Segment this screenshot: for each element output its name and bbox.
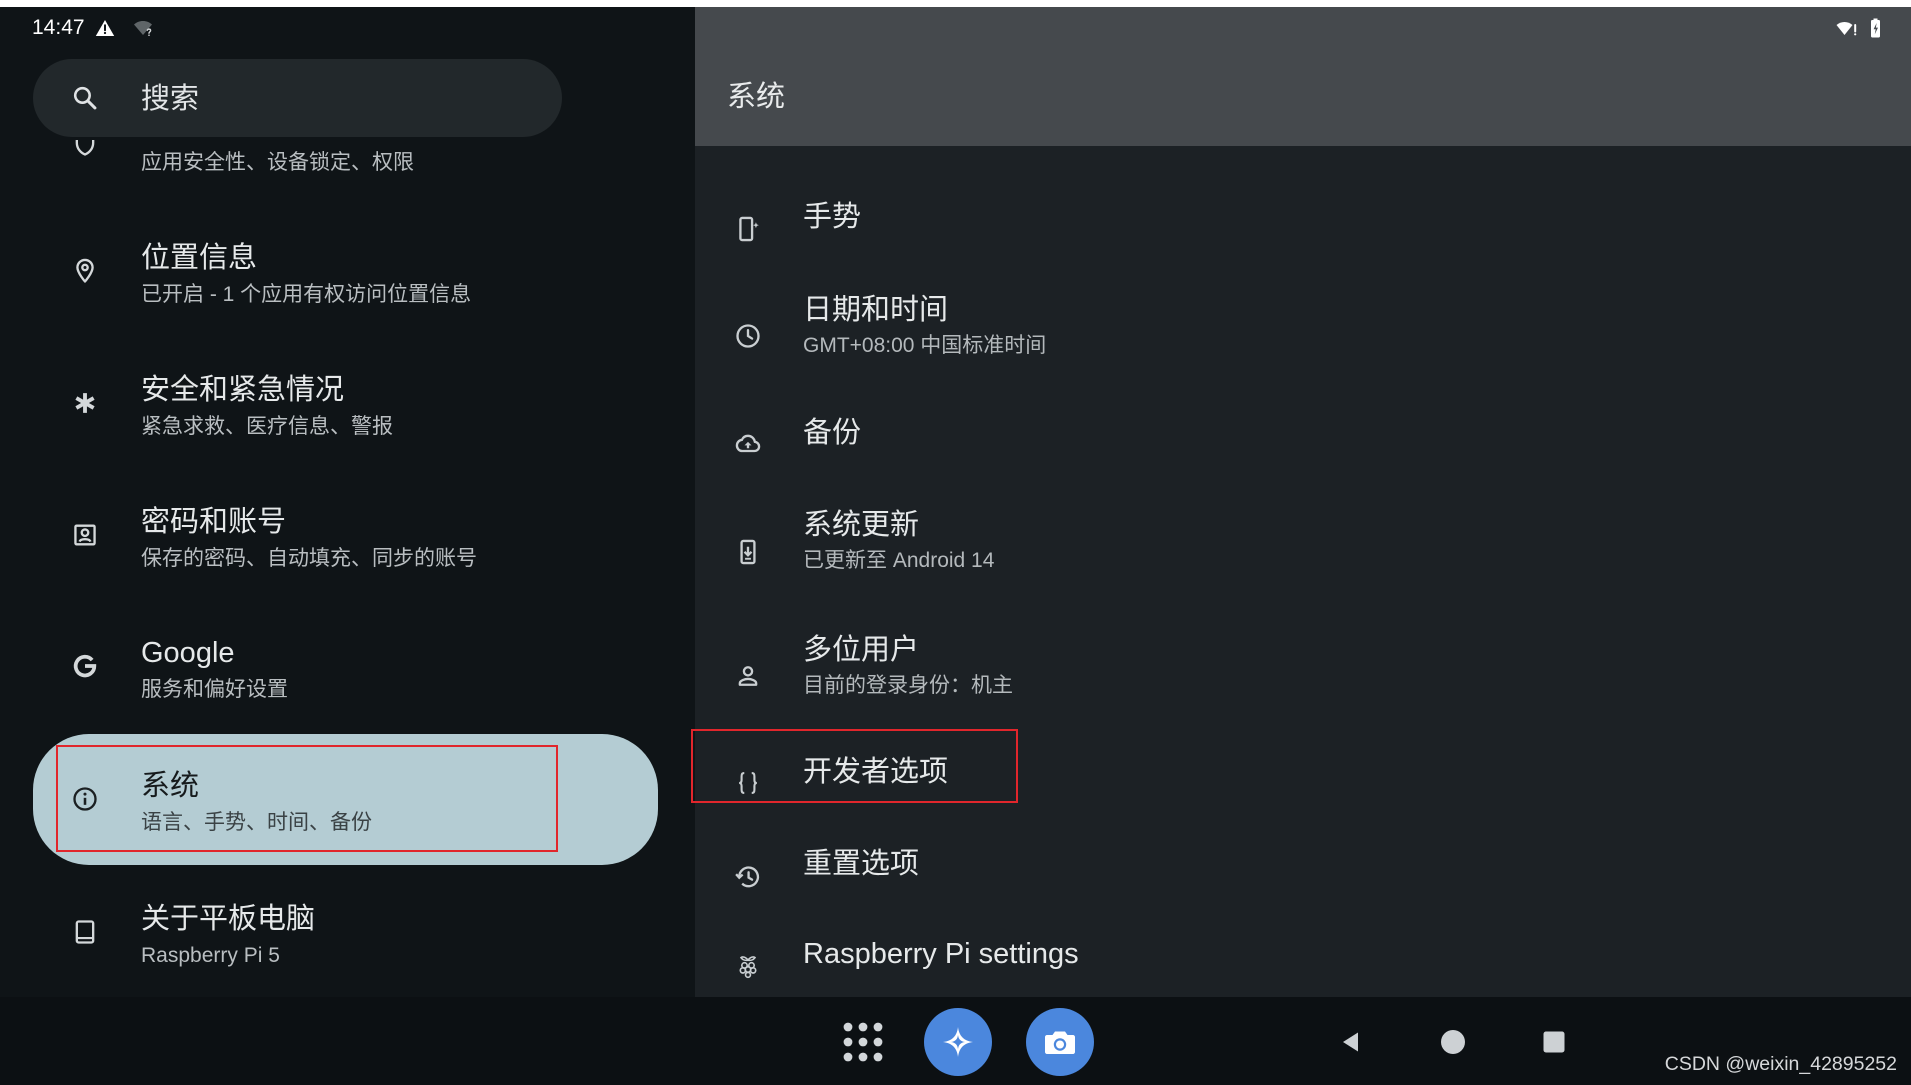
status-time: 14:47	[32, 16, 85, 39]
item-title: 安全和紧急情况	[141, 374, 345, 406]
detail-item-date-time[interactable]: 日期和时间 GMT+08:00 中国标准时间	[695, 273, 1911, 373]
detail-item-reset-options[interactable]: 重置选项	[695, 827, 1911, 903]
wifi-unknown-icon	[134, 21, 152, 36]
settings-item-passwords-accounts[interactable]: 密码和账号 保存的密码、自动填充、同步的账号	[33, 470, 658, 601]
item-title: 手势	[803, 201, 862, 233]
watermark: CSDN @weixin_42895252	[1664, 1053, 1897, 1075]
assistant-button[interactable]	[924, 1008, 992, 1076]
wifi-alert-icon	[1836, 22, 1857, 36]
back-icon	[1343, 1032, 1358, 1052]
camera-button[interactable]	[1026, 1008, 1094, 1076]
item-title: 多位用户	[803, 634, 920, 666]
item-title: 开发者选项	[803, 756, 949, 788]
detail-item-gestures[interactable]: 手势	[695, 180, 1911, 256]
detail-item-system-update[interactable]: 系统更新 已更新至 Android 14	[695, 488, 1911, 588]
detail-item-raspberry-pi-settings[interactable]: Raspberry Pi settings	[695, 917, 1911, 993]
item-title: Raspberry Pi settings	[803, 938, 1079, 970]
assistant-sparkle-icon	[943, 1027, 973, 1057]
person-icon	[734, 662, 762, 690]
recents-icon	[1543, 1031, 1565, 1053]
warning-icon	[95, 20, 115, 36]
tablet-icon	[71, 918, 99, 946]
item-title: 重置选项	[803, 848, 920, 880]
page-title: 系统	[727, 81, 786, 113]
item-title: 系统更新	[803, 509, 920, 541]
navigation-bar: CSDN @weixin_42895252	[0, 997, 1911, 1085]
item-subtitle: 语言、手势、时间、备份	[141, 811, 372, 834]
camera-icon	[1045, 1031, 1075, 1054]
android-settings-screen: 14:47 搜索 应用安全性、设备锁定、权限 位置信息 已开启 - 1 个应用有…	[0, 0, 1911, 1085]
item-subtitle: GMT+08:00 中国标准时间	[803, 334, 1047, 357]
item-subtitle: 已更新至 Android 14	[803, 549, 995, 572]
cloud-upload-icon	[734, 430, 762, 458]
settings-list-panel: 搜索 应用安全性、设备锁定、权限 位置信息 已开启 - 1 个应用有权访问位置信…	[0, 0, 695, 997]
item-subtitle: 保存的密码、自动填充、同步的账号	[141, 547, 477, 570]
item-subtitle: Raspberry Pi 5	[141, 944, 280, 967]
apps-grid-icon	[843, 1022, 883, 1062]
history-icon	[734, 863, 762, 891]
item-title: 备份	[803, 417, 862, 449]
asterisk-icon	[71, 389, 99, 417]
google-icon	[71, 652, 99, 680]
item-title: 密码和账号	[141, 506, 287, 538]
item-subtitle: 服务和偏好设置	[141, 678, 288, 701]
detail-item-backup[interactable]: 备份	[695, 396, 1911, 472]
item-subtitle: 应用安全性、设备锁定、权限	[141, 151, 414, 174]
location-pin-icon	[71, 257, 99, 285]
item-title: 关于平板电脑	[141, 903, 316, 935]
apps-button[interactable]	[843, 1022, 883, 1062]
item-title: 日期和时间	[803, 294, 949, 326]
raspberry-icon	[734, 952, 762, 980]
back-button[interactable]	[1337, 1028, 1365, 1056]
system-update-icon	[734, 538, 762, 566]
home-icon	[1441, 1030, 1465, 1054]
account-box-icon	[71, 521, 99, 549]
item-title: 系统	[141, 770, 200, 802]
settings-item-system[interactable]: 系统 语言、手势、时间、备份	[33, 734, 658, 865]
status-bar: 14:47	[0, 7, 1911, 50]
gestures-icon	[734, 215, 762, 243]
search-bar[interactable]: 搜索	[33, 59, 562, 137]
search-icon	[71, 84, 99, 112]
braces-icon	[734, 769, 762, 797]
info-icon	[71, 785, 99, 813]
item-subtitle: 目前的登录身份：机主	[803, 674, 1013, 697]
item-title: Google	[141, 637, 235, 669]
detail-item-multiple-users[interactable]: 多位用户 目前的登录身份：机主	[695, 613, 1911, 713]
battery-charging-icon	[1871, 18, 1880, 38]
search-label: 搜索	[141, 83, 200, 115]
settings-item-about-tablet[interactable]: 关于平板电脑 Raspberry Pi 5	[33, 867, 658, 997]
clock-icon	[734, 322, 762, 350]
top-border-strip	[0, 0, 1911, 7]
home-button[interactable]	[1439, 1028, 1467, 1056]
settings-item-google[interactable]: Google 服务和偏好设置	[33, 601, 658, 732]
item-title: 位置信息	[141, 242, 258, 274]
settings-item-location[interactable]: 位置信息 已开启 - 1 个应用有权访问位置信息	[33, 206, 658, 337]
item-subtitle: 紧急求救、医疗信息、警报	[141, 415, 393, 438]
recents-button[interactable]	[1540, 1028, 1568, 1056]
settings-item-safety-emergency[interactable]: 安全和紧急情况 紧急求救、医疗信息、警报	[33, 338, 658, 469]
item-subtitle: 已开启 - 1 个应用有权访问位置信息	[141, 283, 472, 306]
system-detail-panel: 系统 手势 日期和时间 GMT+08:00 中国标准时间 备份 系统更新 已更新…	[695, 0, 1911, 997]
detail-item-developer-options[interactable]: 开发者选项	[695, 735, 1911, 811]
